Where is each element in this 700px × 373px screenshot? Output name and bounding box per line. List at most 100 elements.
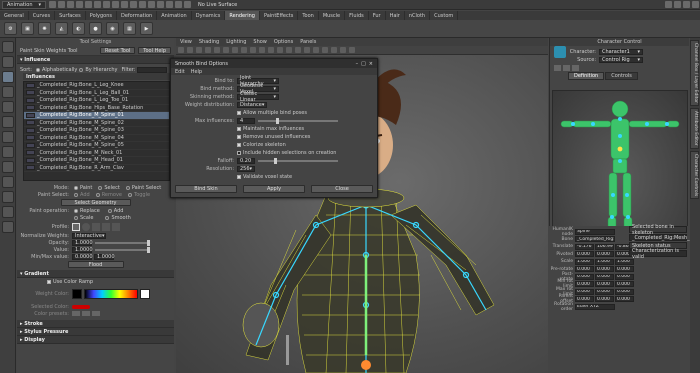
op-replace-radio[interactable] [74,208,78,213]
channel-value[interactable]: 0.000 [575,296,594,303]
tab-character-controls[interactable]: Character Controls [690,150,699,199]
influence-list-item[interactable]: _Completed_Rig:Bone_M_Spine_05 [24,142,169,150]
influence-section-header[interactable]: ▾ Influence [17,56,174,64]
light-icon[interactable]: ✺ [38,22,51,35]
sort-alphabetically-radio[interactable] [35,67,40,72]
film-gate-icon[interactable] [222,47,229,53]
channel-value[interactable]: 0.000 [595,281,614,288]
channel-value[interactable]: 0.000 [575,281,594,288]
texture-icon[interactable]: ▦ [123,22,136,35]
apply-button[interactable]: Apply [243,184,305,193]
influence-lock-icon[interactable] [26,82,35,88]
min-value-field[interactable]: 0.0000 [72,253,93,260]
selected-bone-value[interactable]: _Completed_Rig:Mesh_M_Body [629,234,700,241]
object-name-field[interactable]: Spine [575,228,615,235]
tab-channel-box[interactable]: Channel Box / Layer Editor [690,40,699,106]
viewport-menu-shading[interactable]: Shading [199,39,219,45]
minimize-icon[interactable]: – [356,61,359,67]
allow-multiple-checkbox[interactable] [237,111,241,115]
tab-fur[interactable]: Fur [369,11,386,20]
channel-value[interactable]: -0.176 [575,243,594,250]
tab-controls[interactable]: Controls [605,72,638,80]
profile-solid-icon[interactable] [92,222,100,231]
material-icon[interactable]: ◉ [106,22,119,35]
tab-animation[interactable]: Animation [157,11,192,20]
channel-value[interactable]: 0.000 [575,273,594,280]
field-chart-icon[interactable] [249,47,256,53]
ps-remove-radio[interactable] [95,192,100,197]
op-smooth-radio[interactable] [105,215,110,220]
influence-list-item[interactable]: _Completed_Rig:Bone_M_Spine_04 [24,135,169,142]
gate-mask-icon[interactable] [240,47,247,53]
filter-input[interactable] [137,66,168,73]
lock-icon[interactable] [554,65,561,71]
smooth-shade-icon[interactable] [285,47,292,53]
profile-soft-icon[interactable] [82,222,90,231]
safe-title-icon[interactable] [267,47,274,53]
influence-lock-icon[interactable] [26,105,35,111]
ipr-render-icon[interactable] [166,1,173,8]
channel-value[interactable]: 1.000 [575,258,594,265]
wireframe-icon[interactable] [276,47,283,53]
save-scene-icon[interactable] [67,1,74,8]
last-tool-icon[interactable] [2,131,14,143]
resolution-gate-icon[interactable] [231,47,238,53]
render-icon[interactable] [157,1,164,8]
history-icon[interactable] [148,1,155,8]
shadows-icon[interactable] [321,47,328,53]
max-influences-slider-handle[interactable] [276,118,279,124]
colorize-checkbox[interactable] [237,143,241,147]
influence-list-item[interactable]: _Completed_Rig:Bone_L_Leg_Toe_01 [24,97,169,105]
magnet-icon[interactable] [184,1,191,8]
influence-list-item[interactable]: _Completed_Rig:Bone_M_Neck_01 [24,150,169,157]
value-field[interactable]: 1.0000 [72,246,93,253]
influence-list-item[interactable]: _Completed_Rig:Bone_M_Head_01 [24,157,169,165]
influence-lock-icon[interactable] [26,90,35,96]
color-preset-1[interactable] [72,311,80,316]
channel-value[interactable]: 106.999 [595,243,614,250]
undo-icon[interactable] [76,1,83,8]
select-hierarchy-icon[interactable] [94,1,101,8]
scale-tool-icon[interactable] [2,116,14,128]
color-preset-3[interactable] [92,311,100,316]
channel-value[interactable]: 0.000 [575,266,594,273]
select-geometry-button[interactable]: Select Geometry [60,199,131,206]
channel-value[interactable]: 1.000 [595,258,614,265]
tab-rendering[interactable]: Rendering [225,11,260,20]
opacity-field[interactable]: 1.0000 [72,239,93,246]
channel-value[interactable]: 0.000 [595,273,614,280]
image-plane-icon[interactable] [204,47,211,53]
attribute-editor-icon[interactable] [674,1,681,8]
outliner-layout-icon[interactable] [2,191,14,203]
influence-list-item[interactable]: _Completed_Rig:Bone_M_Spine_01 [24,112,169,120]
viewport-menu-show[interactable]: Show [253,39,267,45]
open-scene-icon[interactable] [58,1,65,8]
select-object-icon[interactable] [103,1,110,8]
ps-add-radio[interactable] [74,192,78,197]
influence-lock-icon[interactable] [26,150,35,156]
normalize-dropdown[interactable]: Interactive ▾ [72,232,106,239]
stylus-section-header[interactable]: ▸ Stylus Pressure [17,328,174,336]
render-settings-icon[interactable] [175,1,182,8]
value-slider[interactable] [95,246,150,253]
select-component-icon[interactable] [112,1,119,8]
falloff-slider-handle[interactable] [274,158,277,164]
channel-value[interactable]: 0.000 [595,266,614,273]
xray-icon[interactable] [330,47,337,53]
redo-icon[interactable] [85,1,92,8]
tab-curves[interactable]: Curves [29,11,56,20]
viewport-menu-lighting[interactable]: Lighting [226,39,246,45]
falloff-slider[interactable] [258,158,338,164]
bind-skin-button[interactable]: Bind Skin [175,184,237,193]
tab-polygons[interactable]: Polygons [86,11,117,20]
influence-list-item[interactable]: _Completed_Rig:Bone_L_Leg_Knee [24,82,169,90]
camera-icon[interactable]: ▣ [21,22,34,35]
influence-list-item[interactable]: _Completed_Rig:Bone_M_Spine_03 [24,127,169,135]
influence-list-item[interactable]: _Completed_Rig:Bone_L_Leg_Ball_01 [24,90,169,97]
influence-lock-icon[interactable] [26,97,35,103]
validate-checkbox[interactable] [237,175,241,179]
remove-unused-checkbox[interactable] [237,135,241,139]
channel-value[interactable]: 0.000 [595,288,614,295]
opacity-slider-handle[interactable] [147,239,150,246]
channel-value[interactable]: 0.000 [595,296,614,303]
